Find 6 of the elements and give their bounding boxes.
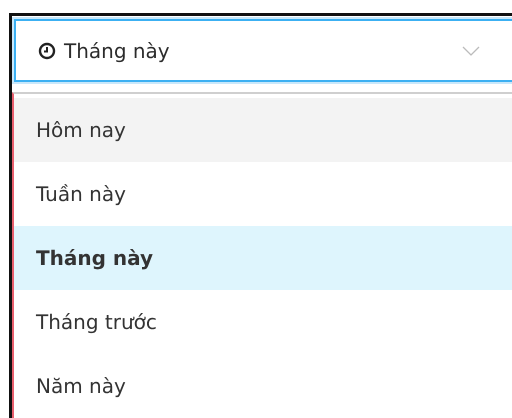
dropdown-option[interactable]: Tháng này	[14, 226, 512, 290]
chevron-down-icon	[462, 46, 480, 56]
clock-icon	[38, 42, 56, 60]
select-value: Tháng này	[64, 38, 171, 62]
period-select[interactable]: Tháng này	[14, 19, 512, 82]
dropdown-option[interactable]: Hôm nay	[14, 98, 512, 162]
